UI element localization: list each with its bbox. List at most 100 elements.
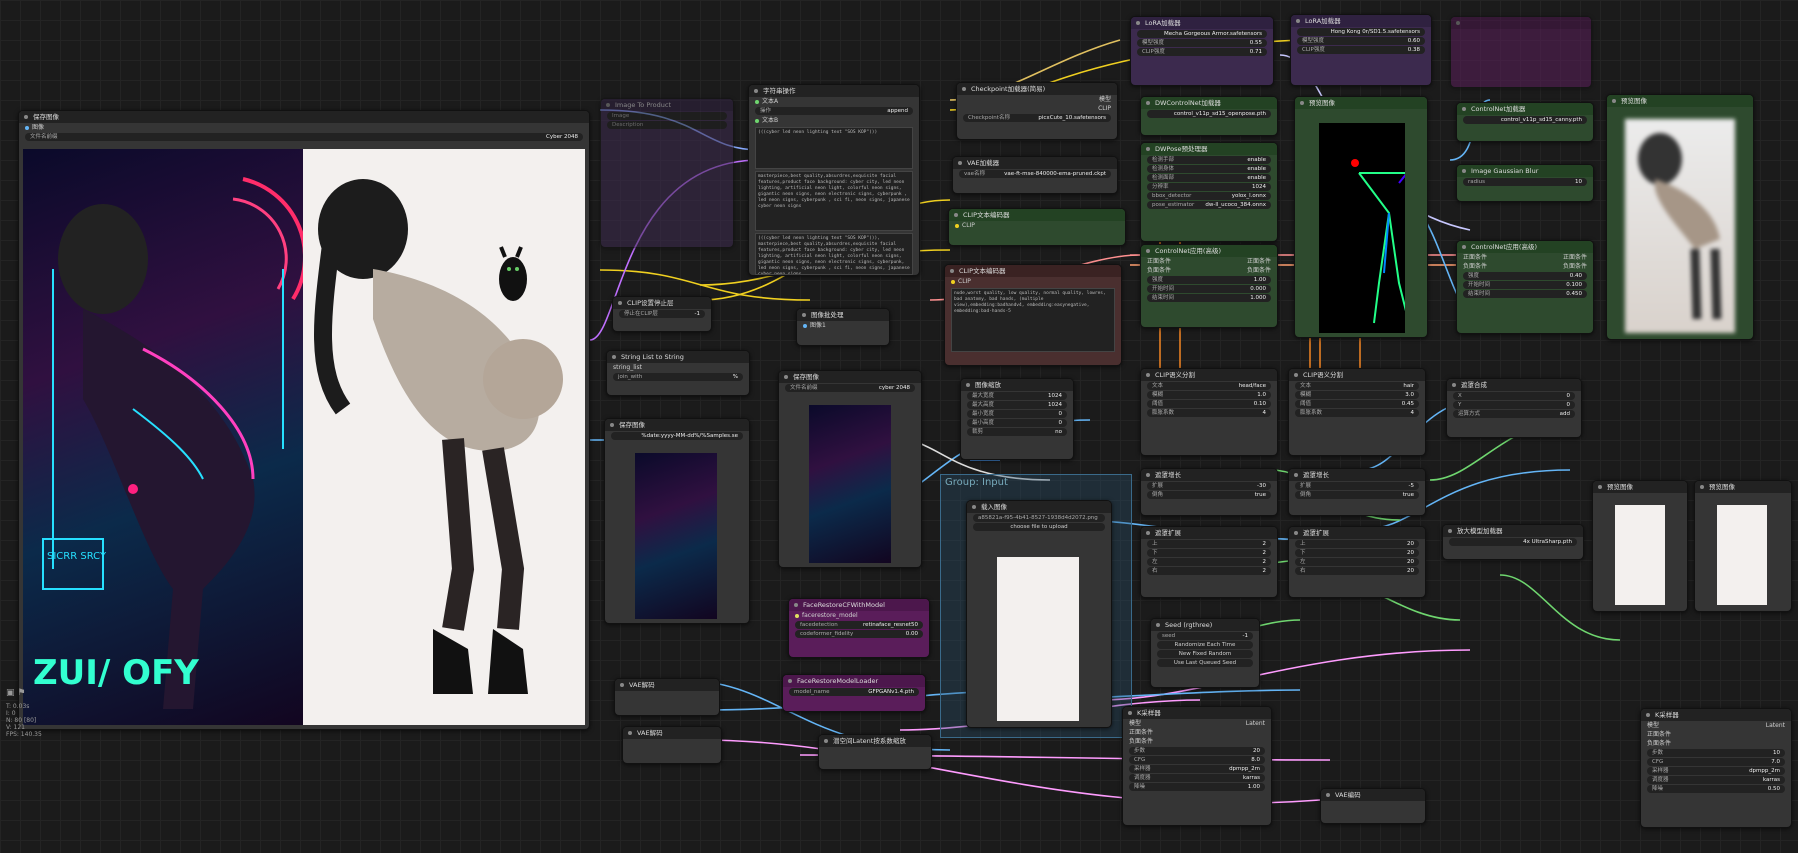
clip-seg-node-2[interactable]: CLIP语义分割 文本 hair 模糊 3.0 阈值 0.45 膨胀系数 4 [1288,368,1426,456]
model-select[interactable]: model_name GFPGANv1.4.pth [789,688,919,696]
grow[interactable]: 扩展 -5 [1295,482,1419,490]
vae-select[interactable]: vae名称 vae-ft-mse-840000-ema-pruned.ckpt [959,170,1111,178]
start[interactable]: 开始时间 0.000 [1147,285,1271,293]
new-fixed-random-button[interactable]: New Fixed Random [1157,650,1253,658]
preview-mask-node-2[interactable]: 预览图像 [1694,480,1792,612]
mask-pad-node-2[interactable]: 遮罩扩展 上 20 下 20 左 20 右 20 [1288,526,1426,598]
grow[interactable]: 扩展 -30 [1147,482,1271,490]
preview-blur-node[interactable]: 预览图像 [1606,94,1754,340]
pad-right[interactable]: 右2 [1147,567,1271,575]
upload-button[interactable]: choose file to upload [973,523,1105,531]
mask-grow-node-2[interactable]: 遮罩增长 扩展 -5 倒角 true [1288,468,1426,516]
controlnet-apply-node-2[interactable]: ControlNet应用(高级) 正面条件 正面条件 负面条件 负面条件 强度 0.4… [1456,240,1594,334]
vae-decode-node-2[interactable]: VAE解码 [622,726,722,764]
start[interactable]: 开始时间 0.100 [1463,281,1587,289]
resolution[interactable]: 分辨率 1024 [1147,183,1271,191]
dwpose-node[interactable]: DWPose预处理器 检测手部 enable 检测身体 enable 检测面部 ena… [1140,142,1278,242]
denoise[interactable]: 降噪 0.50 [1647,785,1785,793]
clip-encode-positive-node[interactable]: CLIP文本编码器 CLIP [948,208,1126,246]
string-list-node[interactable]: String List to String string_list join_w… [606,350,750,396]
blur[interactable]: 模糊 1.0 [1147,391,1271,399]
steps[interactable]: 步数 10 [1647,749,1785,757]
string-op-node[interactable]: 字符串操作 文本A 操作 append 文本B (((cyber led neon… [748,84,920,276]
text-a-area[interactable]: (((cyber led neon lighting text "SOS KOP… [755,127,913,169]
save-image-node-3[interactable]: 保存图像 %date:yyyy-MM-dd%/%Samples.se [604,418,750,624]
clip-strength[interactable]: CLIP强度 0.71 [1137,48,1267,56]
x[interactable]: X0 [1453,392,1575,400]
scheduler[interactable]: 调度器 karras [1647,776,1785,784]
pose-estimator[interactable]: pose_estimator dw-ll_ucoco_384.onnx [1147,201,1271,209]
seed-widget[interactable]: seed -1 [1157,632,1253,640]
scheduler[interactable]: 调度器 karras [1129,774,1265,782]
filename-widget[interactable]: 文件名前缀 cyber 2048 [785,384,915,392]
cfg[interactable]: CFG 7.0 [1647,758,1785,766]
text[interactable]: 文本 hair [1295,382,1419,390]
clip-seg-node-1[interactable]: CLIP语义分割 文本 head/face 模糊 1.0 阈值 0.10 膨胀系数 4 [1140,368,1278,456]
mask-pad-node-1[interactable]: 遮罩扩展 上2 下2 左2 右2 [1140,526,1278,598]
ksampler-node-2[interactable]: K采样器 模型 Latent 正面条件 负面条件 步数 10 CFG 7.0 采样器 d… [1640,708,1792,828]
threshold[interactable]: 阈值 0.10 [1147,400,1271,408]
canvas-tools-icon[interactable]: ▣ ⚑ [6,689,42,698]
y[interactable]: Y0 [1453,401,1575,409]
use-last-seed-button[interactable]: Use Last Queued Seed [1157,659,1253,667]
face-restore-node[interactable]: FaceRestoreCFWithModel facerestore_model… [788,598,930,658]
taper[interactable]: 倒角 true [1147,491,1271,499]
clip-layer-widget[interactable]: 停止在CLIP层 -1 [619,310,705,318]
dilate[interactable]: 膨胀系数 4 [1147,409,1271,417]
dilate[interactable]: 膨胀系数 4 [1295,409,1419,417]
mask-grow-node-1[interactable]: 遮罩增长 扩展 -30 倒角 true [1140,468,1278,516]
image-file-select[interactable]: a85821a-f95-4b41-8527-1938d4d2072.png [973,514,1105,522]
end[interactable]: 结束时间 1.000 [1147,294,1271,302]
result-text-area[interactable]: (((cyber led neon lighting text "SOS KOP… [755,233,913,275]
preview-mask-node-1[interactable]: 预览图像 [1592,480,1688,612]
lora-loader-node-2[interactable]: LoRA加载器 Hong Kong 0r/SD1.5.safetensors 模… [1290,14,1432,86]
join-with-widget[interactable]: join_with% [613,373,743,381]
model-strength[interactable]: 模型强度 0.60 [1297,37,1425,45]
controlnet-loader-node-2[interactable]: ControlNet加载器 control_v11p_sd15_canny.pt… [1456,102,1594,142]
radius-widget[interactable]: radius 10 [1463,178,1587,186]
negative-prompt-area[interactable]: nude,worst quality, low quality, normal … [951,288,1115,352]
controlnet-apply-node[interactable]: ControlNet应用(高级) 正面条件 正面条件 负面条件 负面条件 强度 1.0… [1140,244,1278,328]
product-description-widget[interactable]: Description [607,121,727,129]
save-image-main-node[interactable]: 保存图像 图像 文件名前缀 Cyber 2048 SICRR SRCY ZUI/ … [18,110,590,730]
text[interactable]: 文本 head/face [1147,382,1271,390]
text-b-area[interactable]: masterpiece,best quality,absurdres,exqui… [755,171,913,231]
bbox-detector[interactable]: bbox_detector yolox_l.onnx [1147,192,1271,200]
controlnet-select[interactable]: control_v11p_sd15_openpose.pth [1147,110,1271,118]
pad-top[interactable]: 上 20 [1295,540,1419,548]
product-image-widget[interactable]: Image [607,112,727,120]
sampler[interactable]: 采样器 dpmpp_2m [1647,767,1785,775]
denoise[interactable]: 降噪 1.00 [1129,783,1265,791]
filename-prefix-widget[interactable]: 文件名前缀 Cyber 2048 [25,133,583,141]
image-batch-node[interactable]: 图像批处理 图像1 [796,308,890,346]
height[interactable]: 最大高度 1024 [967,401,1067,409]
steps[interactable]: 步数 20 [1129,747,1265,755]
clip-encode-negative-node[interactable]: CLIP文本编码器 CLIP nude,worst quality, low q… [944,264,1122,366]
model-strength[interactable]: 模型强度 0.55 [1137,39,1267,47]
facedetection-select[interactable]: facedetection retinaface_resnet50 [795,621,923,629]
detect-body[interactable]: 检测身体 enable [1147,165,1271,173]
lora-loader-node-3[interactable] [1450,16,1592,88]
vae-encode-node[interactable]: VAE编码 [1320,788,1426,824]
blur[interactable]: 模糊 3.0 [1295,391,1419,399]
randomize-button[interactable]: Randomize Each Time [1157,641,1253,649]
strength[interactable]: 强度 1.00 [1147,276,1271,284]
save-image-node-2[interactable]: 保存图像 文件名前缀 cyber 2048 [778,370,922,568]
strength[interactable]: 强度 0.40 [1463,272,1587,280]
detect-face[interactable]: 检测面部 enable [1147,174,1271,182]
model-select[interactable]: 4x UltraSharp.pth [1449,538,1577,546]
pad-left[interactable]: 左 20 [1295,558,1419,566]
gaussian-blur-node[interactable]: Image Gaussian Blur radius 10 [1456,164,1594,202]
ksampler-node-1[interactable]: K采样器 模型 Latent 正面条件 负面条件 步数 20 CFG 8.0 采样器 d… [1122,706,1272,826]
end[interactable]: 结束时间 0.450 [1463,290,1587,298]
sampler[interactable]: 采样器 dpmpp_2m [1129,765,1265,773]
ckpt-select[interactable]: Checkpoint名称 picxCute_10.safetensors [963,114,1111,122]
detect-hand[interactable]: 检测手部 enable [1147,156,1271,164]
operation[interactable]: 运算方式 add [1453,410,1575,418]
vae-loader-node[interactable]: VAE加载器 vae名称 vae-ft-mse-840000-ema-pruned… [952,156,1118,194]
lora-loader-node-1[interactable]: LoRA加载器 Mecha Gorgeous Armor.safetensors… [1130,16,1274,86]
pad-right[interactable]: 右 20 [1295,567,1419,575]
vae-decode-node-1[interactable]: VAE解码 [614,678,720,716]
method[interactable]: 裁剪 no [967,428,1067,436]
upscale-model-node[interactable]: 放大模型加载器 4x UltraSharp.pth [1442,524,1584,560]
